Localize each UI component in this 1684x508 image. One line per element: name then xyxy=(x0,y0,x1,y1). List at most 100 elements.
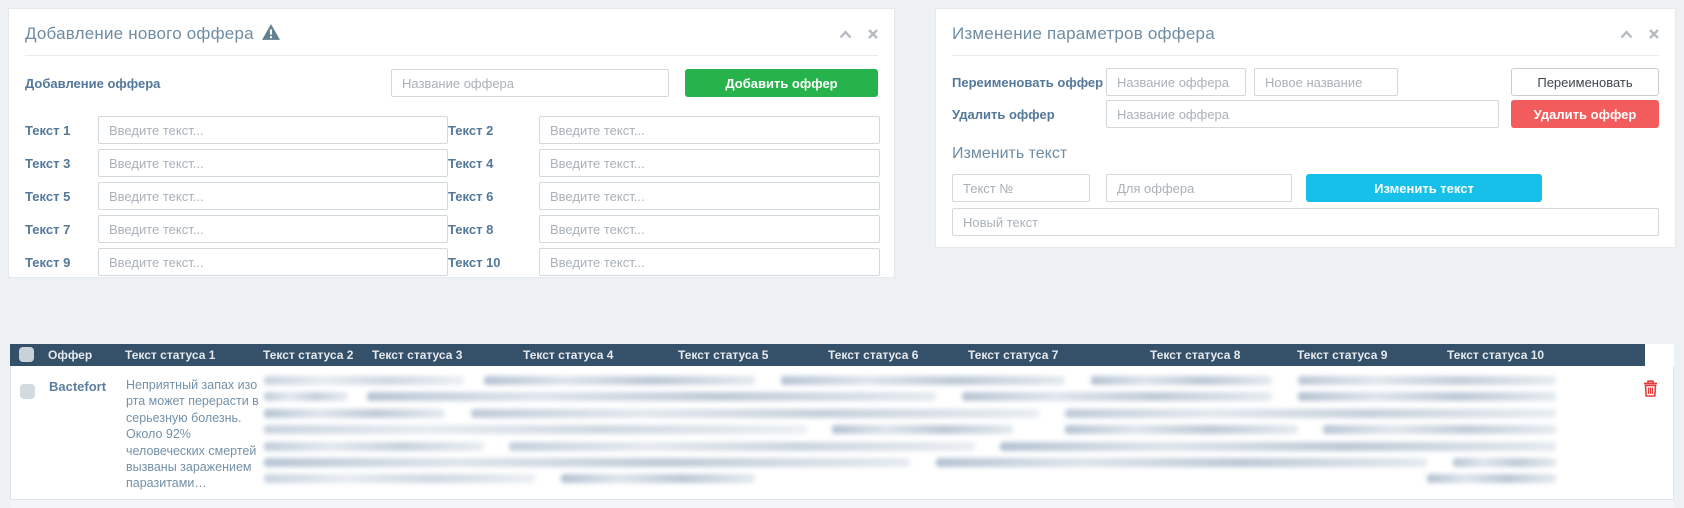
redacted-text-streak xyxy=(561,474,755,483)
redacted-text-streak xyxy=(264,474,535,483)
redacted-status-cells xyxy=(264,374,1556,496)
text-7-label: Текст 7 xyxy=(25,221,98,237)
redacted-text-streak xyxy=(264,458,910,467)
redacted-text-streak xyxy=(264,409,445,418)
add-offer-button[interactable]: Добавить оффер xyxy=(685,69,878,97)
text-6-label: Текст 6 xyxy=(448,188,539,204)
redacted-text-streak xyxy=(1427,474,1556,483)
divider xyxy=(25,55,878,56)
text-9-label: Текст 9 xyxy=(25,254,98,270)
new-text-input[interactable] xyxy=(952,208,1659,236)
add-offer-label: Добавление оффера xyxy=(25,76,391,91)
panel-title: Добавление нового оффера xyxy=(25,24,254,44)
chevron-up-icon[interactable] xyxy=(1620,30,1633,39)
col-header-status-7: Текст статуса 7 xyxy=(968,348,1058,362)
add-offer-row: Добавление оффера Добавить оффер xyxy=(25,69,878,97)
change-text-row: Изменить текст xyxy=(952,174,1659,202)
text-9-input[interactable] xyxy=(98,248,448,276)
rename-offer-name-input[interactable] xyxy=(1106,68,1246,96)
panel-add-offer: Добавление нового оффера Добавление оффе… xyxy=(8,8,895,278)
redacted-text-streak xyxy=(832,425,1013,434)
panel-edit-offer-header: Изменение параметров оффера xyxy=(952,22,1659,46)
trash-icon[interactable] xyxy=(1643,380,1658,400)
table-row: Bactefort Неприятный запах изо рта может… xyxy=(10,366,1674,500)
redacted-text-streak xyxy=(1453,458,1556,467)
col-header-status-9: Текст статуса 9 xyxy=(1297,348,1387,362)
redacted-text-streak xyxy=(1000,442,1556,451)
close-icon[interactable] xyxy=(868,29,878,39)
text-8-label: Текст 8 xyxy=(448,221,539,237)
text-4-input[interactable] xyxy=(539,149,880,177)
delete-offer-button[interactable]: Удалить оффер xyxy=(1511,100,1659,128)
text-1-label: Текст 1 xyxy=(25,122,98,138)
warning-triangle-icon xyxy=(262,24,280,45)
redacted-text-streak xyxy=(264,376,464,385)
divider xyxy=(952,55,1659,56)
delete-offer-name-input[interactable] xyxy=(1106,100,1499,128)
panel-add-offer-header: Добавление нового оффера xyxy=(25,22,878,46)
col-header-offer: Оффер xyxy=(48,348,92,362)
redacted-text-streak xyxy=(509,442,974,451)
table-header-row: Оффер Текст статуса 1 Текст статуса 2 Текст… xyxy=(10,344,1674,366)
text-3-input[interactable] xyxy=(98,149,448,177)
row-checkbox[interactable] xyxy=(20,384,35,399)
rename-offer-row: Переименовать оффер Переименовать xyxy=(952,68,1659,96)
redacted-text-streak xyxy=(1323,425,1556,434)
redacted-text-streak xyxy=(264,442,484,451)
redacted-text-streak xyxy=(1065,425,1298,434)
text-6-input[interactable] xyxy=(539,182,880,210)
redacted-text-streak xyxy=(962,392,1272,401)
table-footer-strip xyxy=(10,500,1674,508)
rename-offer-label: Переименовать оффер xyxy=(952,75,1106,90)
rename-new-name-input[interactable] xyxy=(1254,68,1398,96)
rename-button[interactable]: Переименовать xyxy=(1511,68,1659,96)
redacted-text-streak xyxy=(1298,392,1556,401)
redacted-text-streak xyxy=(936,458,1427,467)
text-3-label: Текст 3 xyxy=(25,155,98,171)
redacted-text-streak xyxy=(264,425,807,434)
text-10-input[interactable] xyxy=(539,248,880,276)
offers-table: Оффер Текст статуса 1 Текст статуса 2 Текст… xyxy=(10,344,1674,508)
col-header-status-3: Текст статуса 3 xyxy=(372,348,462,362)
text-7-input[interactable] xyxy=(98,215,448,243)
offer-name-input[interactable] xyxy=(391,69,669,97)
redacted-text-streak xyxy=(471,409,1039,418)
redacted-text-streak xyxy=(264,392,348,401)
close-icon[interactable] xyxy=(1649,29,1659,39)
text-2-input[interactable] xyxy=(539,116,880,144)
delete-offer-label: Удалить оффер xyxy=(952,107,1106,122)
new-text-row xyxy=(952,208,1659,236)
text-1-input[interactable] xyxy=(98,116,448,144)
redacted-text-streak xyxy=(367,392,935,401)
col-header-status-2: Текст статуса 2 xyxy=(263,348,353,362)
col-header-status-1: Текст статуса 1 xyxy=(125,348,215,362)
col-header-status-4: Текст статуса 4 xyxy=(523,348,613,362)
col-header-status-8: Текст статуса 8 xyxy=(1150,348,1240,362)
text-5-input[interactable] xyxy=(98,182,448,210)
redacted-text-streak xyxy=(1091,376,1272,385)
text-4-label: Текст 4 xyxy=(448,155,539,171)
redacted-text-streak xyxy=(781,376,1065,385)
status-1-cell: Неприятный запах изо рта может перерасти… xyxy=(126,377,262,492)
redacted-text-streak xyxy=(1298,376,1556,385)
text-5-label: Текст 5 xyxy=(25,188,98,204)
text-inputs-grid: Текст 1 Текст 2 Текст 3 Текст 4 Текст 5 Текст… xyxy=(25,116,878,276)
for-offer-input[interactable] xyxy=(1106,174,1292,202)
change-text-heading: Изменить текст xyxy=(952,145,1659,163)
text-2-label: Текст 2 xyxy=(448,122,539,138)
delete-offer-row: Удалить оффер Удалить оффер xyxy=(952,100,1659,128)
text-8-input[interactable] xyxy=(539,215,880,243)
col-header-status-6: Текст статуса 6 xyxy=(828,348,918,362)
col-header-status-5: Текст статуса 5 xyxy=(678,348,768,362)
panel-edit-offer: Изменение параметров оффера Переименоват… xyxy=(935,8,1676,248)
redacted-text-streak xyxy=(1065,409,1556,418)
chevron-up-icon[interactable] xyxy=(839,30,852,39)
panel-title: Изменение параметров оффера xyxy=(952,24,1215,44)
select-all-checkbox[interactable] xyxy=(19,347,34,362)
col-header-status-10: Текст статуса 10 xyxy=(1447,348,1544,362)
change-text-button[interactable]: Изменить текст xyxy=(1306,174,1542,202)
text-number-input[interactable] xyxy=(952,174,1090,202)
redacted-text-streak xyxy=(484,376,755,385)
offer-name-cell: Bactefort xyxy=(49,379,106,394)
text-10-label: Текст 10 xyxy=(448,254,539,270)
